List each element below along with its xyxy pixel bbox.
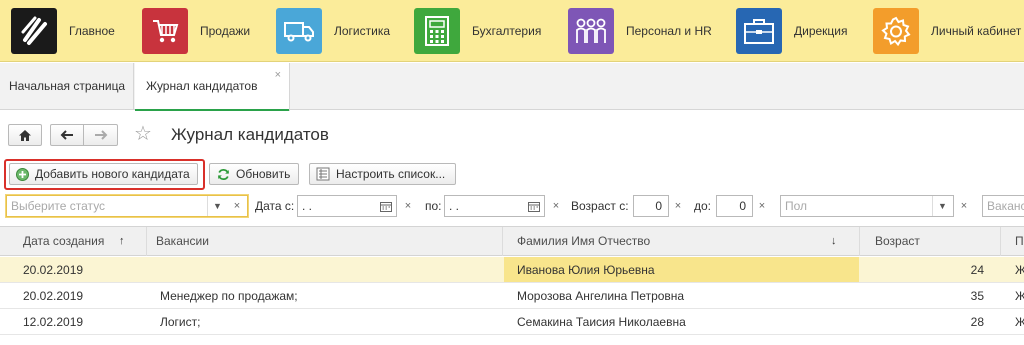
arrow-left-icon (60, 130, 73, 140)
plus-circle-icon (16, 167, 29, 181)
section-label: Бухгалтерия (472, 24, 542, 38)
clear-gender-icon[interactable]: × (956, 195, 972, 217)
table-row[interactable]: 20.02.2019 Иванова Юлия Юрьевна 24 Ж (0, 257, 1024, 283)
refresh-icon (217, 168, 230, 181)
truck-icon (276, 8, 322, 54)
table-header: Дата создания ↑ Вакансии Фамилия Имя Отч… (0, 226, 1024, 256)
section-label: Дирекция (794, 24, 848, 38)
clear-status-icon[interactable]: × (229, 196, 245, 216)
star-icon[interactable]: ☆ (134, 122, 152, 146)
cell-date: 20.02.2019 (23, 263, 84, 277)
section-accounting[interactable]: Бухгалтерия (414, 7, 541, 55)
date-to-value: . . (449, 199, 460, 213)
cell-fio: Иванова Юлия Юрьевна (504, 257, 859, 282)
configure-list-button[interactable]: Настроить список... (309, 163, 456, 185)
clear-date-to-icon[interactable]: × (548, 195, 564, 217)
section-cabinet[interactable]: Личный кабинет (873, 7, 1021, 55)
status-select[interactable]: Выберите статус ▼ × (6, 195, 248, 217)
cell-age: 24 (970, 263, 984, 277)
column-header-extra[interactable]: П (1001, 227, 1024, 256)
cell-date: 12.02.2019 (23, 315, 84, 329)
gender-placeholder: Пол (785, 199, 808, 213)
cell-age: 28 (970, 315, 984, 329)
date-from-label: Дата с: (255, 199, 295, 213)
table-row[interactable]: 20.02.2019 Менеджер по продажам; Морозов… (0, 283, 1024, 309)
cell-extra: Ж (1015, 263, 1024, 277)
vacancy-select[interactable]: Ваканс (982, 195, 1024, 217)
clear-date-from-icon[interactable]: × (400, 195, 416, 217)
section-logistics[interactable]: Логистика (276, 7, 390, 55)
column-header-fio[interactable]: Фамилия Имя Отчество ↓ (503, 227, 860, 256)
date-to-field[interactable]: . . (444, 195, 545, 217)
calculator-icon (414, 8, 460, 54)
age-from-field[interactable]: 0 (633, 195, 669, 217)
refresh-button[interactable]: Обновить (209, 163, 299, 185)
section-label: Логистика (334, 24, 391, 38)
refresh-label: Обновить (236, 167, 291, 181)
chevron-down-icon[interactable]: ▼ (932, 196, 952, 216)
home-icon (19, 129, 31, 141)
sections-panel: Главное Продажи Логистика Бухгалтерия Пе… (0, 0, 1024, 62)
list-settings-icon (316, 167, 330, 181)
cell-date: 20.02.2019 (23, 289, 84, 303)
close-icon[interactable]: × (275, 52, 281, 99)
date-from-value: . . (302, 199, 313, 213)
cell-fio: Морозова Ангелина Петровна (517, 289, 685, 303)
add-candidate-button[interactable]: Добавить нового кандидата (9, 163, 198, 185)
section-label: Продажи (200, 24, 251, 38)
open-tabs-bar: Начальная страница Журнал кандидатов × (0, 63, 1024, 111)
sort-desc-icon: ↓ (831, 235, 837, 247)
gender-select[interactable]: Пол ▼ (780, 195, 954, 217)
calendar-icon[interactable] (524, 196, 544, 216)
section-label: Главное (69, 24, 115, 38)
home-button[interactable] (8, 124, 42, 146)
people-icon (568, 8, 614, 54)
cell-extra: Ж (1015, 289, 1024, 303)
clear-age-from-icon[interactable]: × (670, 195, 686, 217)
age-to-field[interactable]: 0 (716, 195, 753, 217)
cell-vacancy: Логист; (160, 315, 201, 329)
section-direction[interactable]: Дирекция (736, 7, 848, 55)
date-from-field[interactable]: . . (297, 195, 397, 217)
forward-button[interactable] (84, 124, 118, 146)
gear-icon (873, 8, 919, 54)
back-button[interactable] (50, 124, 84, 146)
add-candidate-label: Добавить нового кандидата (35, 167, 190, 181)
tab-label: Журнал кандидатов (146, 79, 258, 93)
cell-vacancy (160, 257, 500, 282)
page-title: Журнал кандидатов (171, 125, 329, 144)
sort-asc-icon: ↑ (119, 235, 125, 247)
section-main[interactable]: Главное (11, 7, 115, 55)
section-hr[interactable]: Персонал и HR (568, 7, 712, 55)
date-to-label: по: (425, 199, 442, 213)
column-header-age[interactable]: Возраст (860, 227, 1001, 256)
calendar-icon[interactable] (376, 196, 396, 216)
section-label: Персонал и HR (626, 24, 712, 38)
cell-age: 35 (970, 289, 984, 303)
column-header-vacancies[interactable]: Вакансии (147, 227, 503, 256)
cell-extra: Ж (1015, 315, 1024, 329)
configure-list-label: Настроить список... (336, 167, 446, 181)
section-label: Личный кабинет (931, 24, 1022, 38)
section-sales[interactable]: Продажи (142, 7, 250, 55)
clear-age-to-icon[interactable]: × (754, 195, 770, 217)
logo-icon (11, 8, 57, 54)
arrow-right-icon (94, 130, 107, 140)
briefcase-icon (736, 8, 782, 54)
tab-home-page[interactable]: Начальная страница (0, 63, 134, 110)
tab-candidates-journal[interactable]: Журнал кандидатов × (135, 63, 290, 111)
chevron-down-icon[interactable]: ▼ (207, 196, 227, 216)
cell-fio: Семакина Таисия Николаевна (517, 315, 686, 329)
cell-vacancy: Менеджер по продажам; (160, 289, 298, 303)
table-row[interactable]: 12.02.2019 Логист; Семакина Таисия Никол… (0, 309, 1024, 335)
status-placeholder: Выберите статус (11, 199, 106, 213)
cart-icon (142, 8, 188, 54)
age-to-label: до: (694, 199, 712, 213)
age-from-label: Возраст с: (571, 199, 629, 213)
column-header-date[interactable]: Дата создания ↑ (14, 227, 147, 256)
